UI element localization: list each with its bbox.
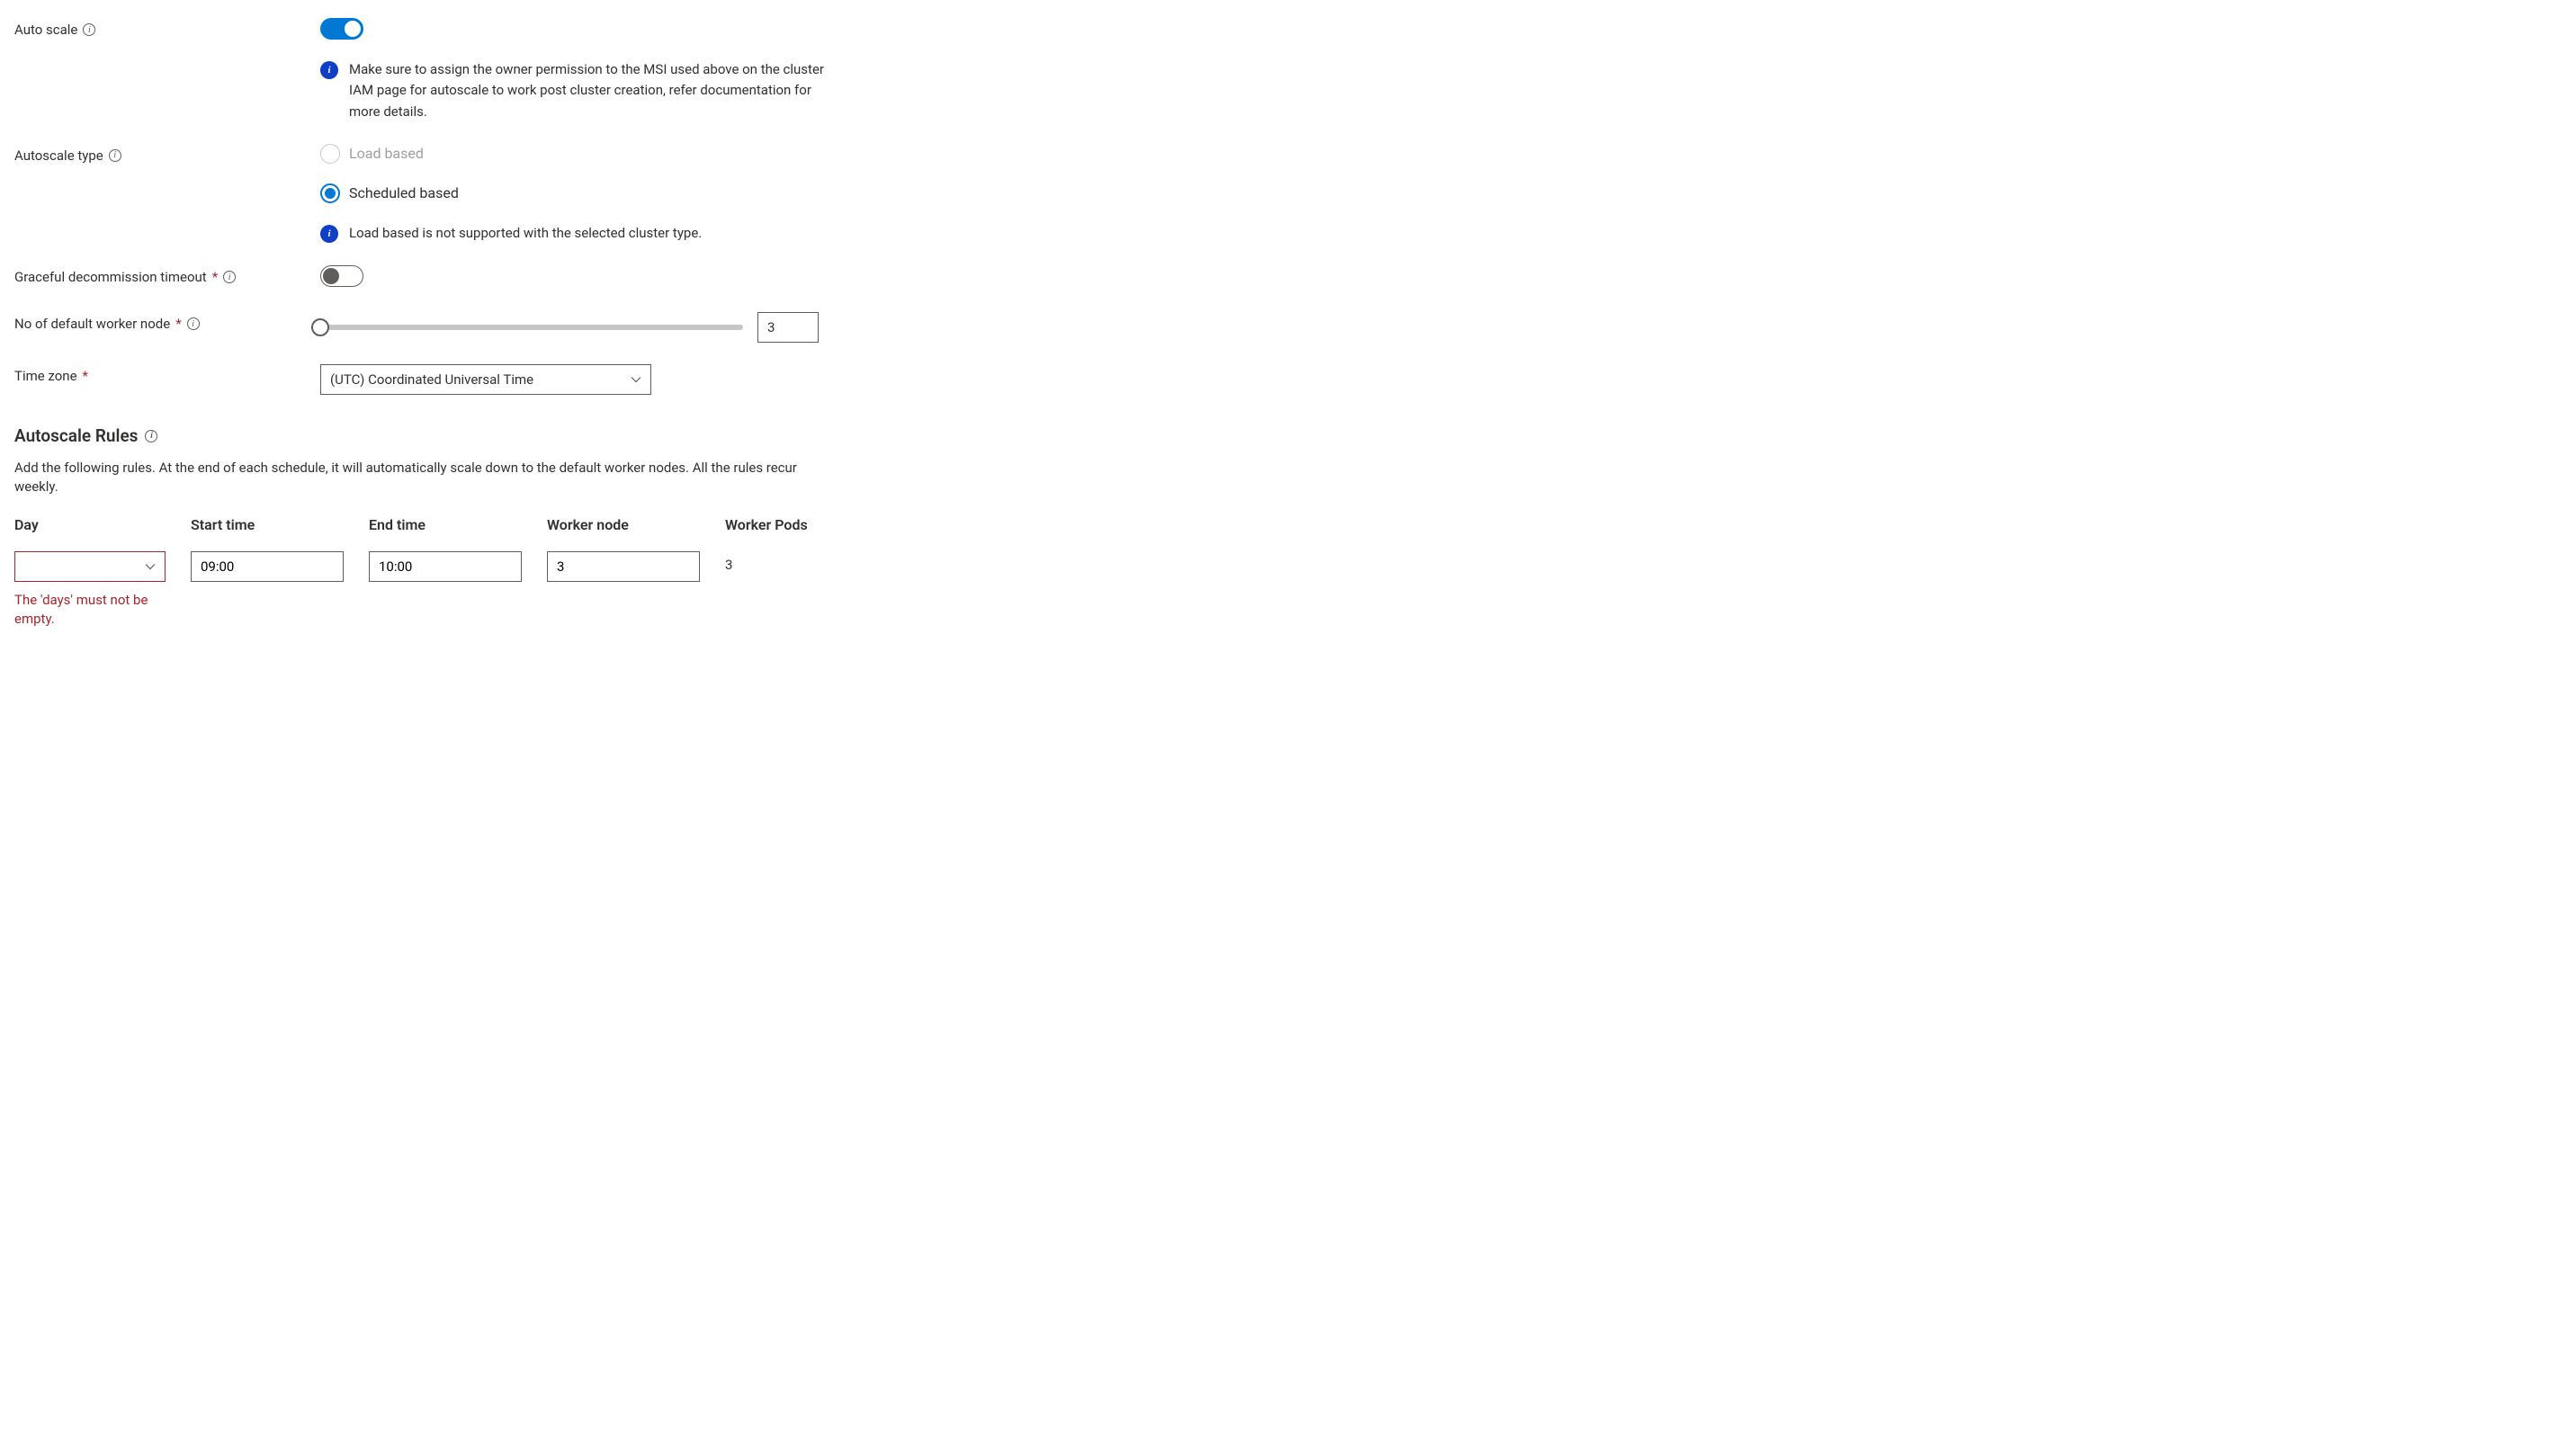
info-icon[interactable]: i — [83, 23, 95, 36]
info-icon[interactable]: i — [109, 149, 121, 162]
autoscale-type-label: Autoscale type — [14, 147, 103, 164]
day-error-msg: The 'days' must not be empty. — [14, 591, 158, 629]
info-icon[interactable]: i — [187, 317, 200, 330]
info-icon[interactable]: i — [223, 271, 236, 283]
chevron-down-icon — [631, 374, 641, 385]
info-badge-icon: i — [320, 61, 338, 79]
auto-scale-toggle[interactable] — [320, 18, 363, 40]
col-day: Day — [14, 516, 166, 533]
info-badge-icon: i — [320, 225, 338, 243]
col-pods: Worker Pods — [725, 516, 869, 533]
worker-node-value[interactable]: 3 — [757, 312, 819, 343]
time-zone-label: Time zone — [14, 368, 77, 384]
radio-scheduled-based[interactable]: Scheduled based — [320, 183, 2557, 203]
info-icon[interactable]: i — [145, 430, 157, 442]
worker-node-slider[interactable] — [320, 325, 743, 330]
graceful-decommission-toggle[interactable] — [320, 265, 363, 287]
time-zone-value: (UTC) Coordinated Universal Time — [330, 371, 533, 388]
autoscale-type-note: i Load based is not supported with the s… — [320, 223, 842, 244]
time-zone-select[interactable]: (UTC) Coordinated Universal Time — [320, 364, 651, 395]
auto-scale-info-text: Make sure to assign the owner permission… — [349, 59, 842, 122]
end-time-input[interactable] — [369, 551, 522, 582]
day-select[interactable] — [14, 551, 166, 582]
autoscale-rules-description: Add the following rules. At the end of e… — [14, 459, 842, 496]
autoscale-type-radio-group: Load based Scheduled based i Load based … — [320, 144, 2557, 244]
autoscale-type-note-text: Load based is not supported with the sel… — [349, 223, 702, 244]
auto-scale-info-msg: i Make sure to assign the owner permissi… — [320, 59, 842, 122]
graceful-decommission-label: Graceful decommission timeout — [14, 269, 207, 285]
radio-load-based: Load based — [320, 144, 2557, 164]
chevron-down-icon — [145, 561, 156, 572]
col-end: End time — [369, 516, 522, 533]
autoscale-rules-heading: Autoscale Rules i — [14, 425, 2557, 446]
col-start: Start time — [191, 516, 344, 533]
default-worker-node-label: No of default worker node — [14, 316, 170, 332]
radio-scheduled-label: Scheduled based — [349, 184, 459, 201]
worker-pods-value: 3 — [725, 551, 869, 573]
table-row: The 'days' must not be empty. 3 — [14, 551, 2557, 629]
start-time-input[interactable] — [191, 551, 344, 582]
autoscale-rules-table: Day Start time End time Worker node Work… — [14, 516, 2557, 629]
worker-node-input[interactable] — [547, 551, 700, 582]
radio-load-label: Load based — [349, 145, 424, 162]
slider-handle[interactable] — [311, 318, 329, 336]
col-worker: Worker node — [547, 516, 700, 533]
auto-scale-label: Auto scale — [14, 22, 77, 38]
